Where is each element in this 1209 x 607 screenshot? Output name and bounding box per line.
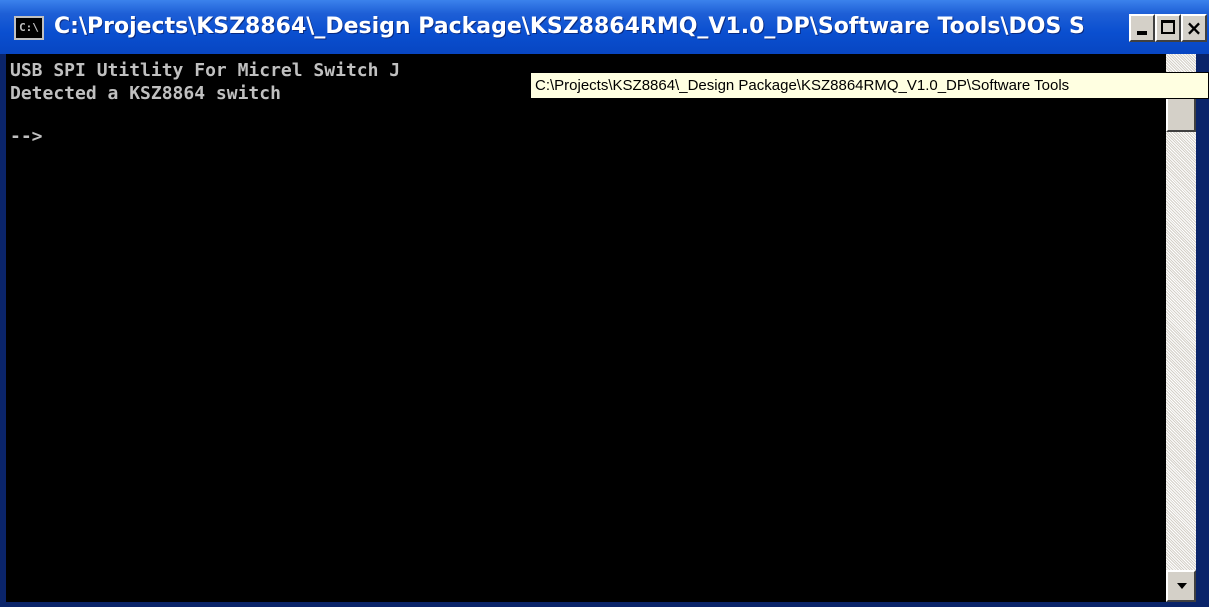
minimize-button[interactable] <box>1129 14 1155 42</box>
path-tooltip: C:\Projects\KSZ8864\_Design Package\KSZ8… <box>530 72 1209 99</box>
maximize-button[interactable] <box>1155 14 1181 42</box>
chevron-down-icon <box>1177 583 1187 589</box>
minimize-icon <box>1137 31 1147 35</box>
title-bar[interactable]: C:\ C:\Projects\KSZ8864\_Design Package\… <box>0 0 1209 54</box>
window-frame-right <box>1196 54 1209 607</box>
console-window: C:\ C:\Projects\KSZ8864\_Design Package\… <box>0 0 1209 607</box>
console-output[interactable]: USB SPI Utitlity For Micrel Switch J Det… <box>6 54 1166 602</box>
console-icon[interactable]: C:\ <box>14 16 44 40</box>
scroll-thumb[interactable] <box>1166 94 1196 132</box>
close-button[interactable]: × <box>1181 14 1207 42</box>
window-frame-bottom <box>0 602 1209 607</box>
console-line: Detected a KSZ8864 switch <box>10 83 281 104</box>
vertical-scrollbar[interactable] <box>1166 54 1196 602</box>
console-line: USB SPI Utitlity For Micrel Switch J <box>10 60 401 81</box>
window-title: C:\Projects\KSZ8864\_Design Package\KSZ8… <box>54 14 1084 39</box>
console-prompt: --> <box>10 126 43 147</box>
close-icon: × <box>1185 16 1203 40</box>
scroll-down-button[interactable] <box>1166 570 1196 602</box>
maximize-icon <box>1161 20 1175 34</box>
